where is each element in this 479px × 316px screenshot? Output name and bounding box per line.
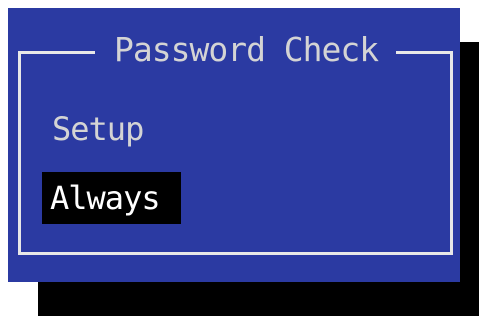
password-check-dialog: Password Check Setup Always [8,8,460,282]
option-setup[interactable]: Setup [42,103,144,155]
dialog-title: Password Check [114,30,379,69]
bios-screen: Password Check Setup Always [0,0,479,316]
frame-top-left-line [18,51,95,54]
frame-top-right-line [396,51,453,54]
option-always[interactable]: Always [42,172,181,224]
